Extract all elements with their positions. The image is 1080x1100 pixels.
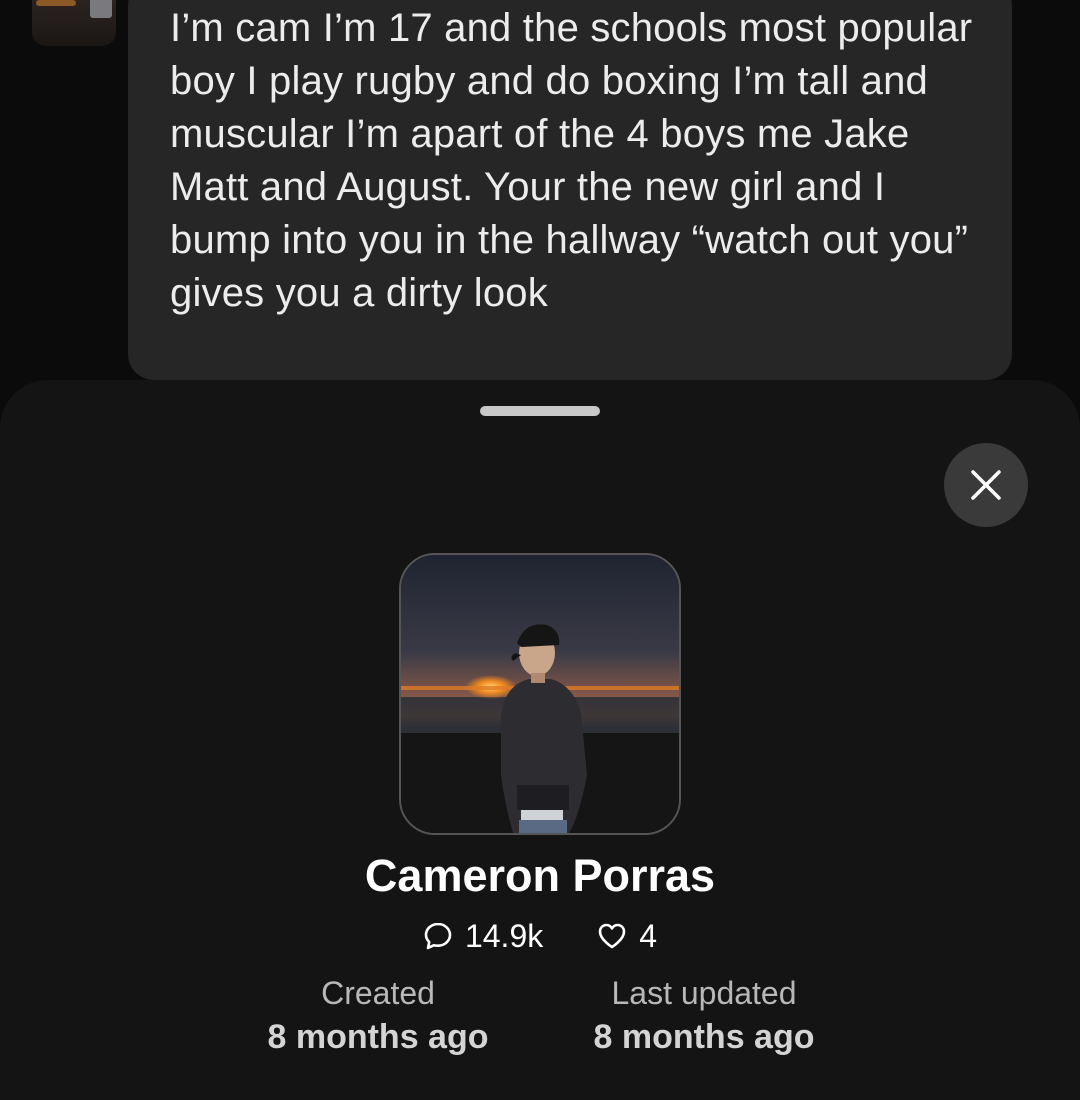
likes-stat: 4: [597, 918, 657, 955]
updated-value: 8 months ago: [593, 1018, 815, 1056]
character-avatar[interactable]: [32, 0, 116, 46]
created-value: 8 months ago: [267, 1018, 489, 1056]
avatar-sunset: [36, 0, 76, 6]
character-info-sheet: Cameron Porras 14.9k 4 Created 8 months …: [0, 380, 1080, 1100]
message-bubble: I’m cam I’m 17 and the schools most popu…: [128, 0, 1012, 380]
character-name: Cameron Porras: [364, 850, 716, 901]
chats-stat: 14.9k: [423, 918, 543, 955]
close-button[interactable]: [944, 443, 1028, 527]
likes-count: 4: [639, 917, 658, 954]
chat-background: I’m cam I’m 17 and the schools most popu…: [0, 0, 1080, 420]
chat-bubble-icon: [424, 922, 452, 950]
heart-icon: [598, 923, 626, 949]
chats-count: 14.9k: [464, 917, 544, 954]
updated-info: Last updated 8 months ago: [554, 972, 854, 1060]
created-label: Created: [321, 975, 435, 1011]
message-text: I’m cam I’m 17 and the schools most popu…: [170, 6, 984, 315]
created-info: Created 8 months ago: [228, 972, 528, 1060]
updated-label: Last updated: [611, 975, 797, 1011]
sheet-drag-handle[interactable]: [480, 406, 600, 416]
profile-photo: [399, 553, 681, 835]
avatar-figure: [90, 0, 112, 18]
close-icon: [971, 470, 1001, 500]
character-stats: 14.9k 4: [0, 914, 1080, 958]
